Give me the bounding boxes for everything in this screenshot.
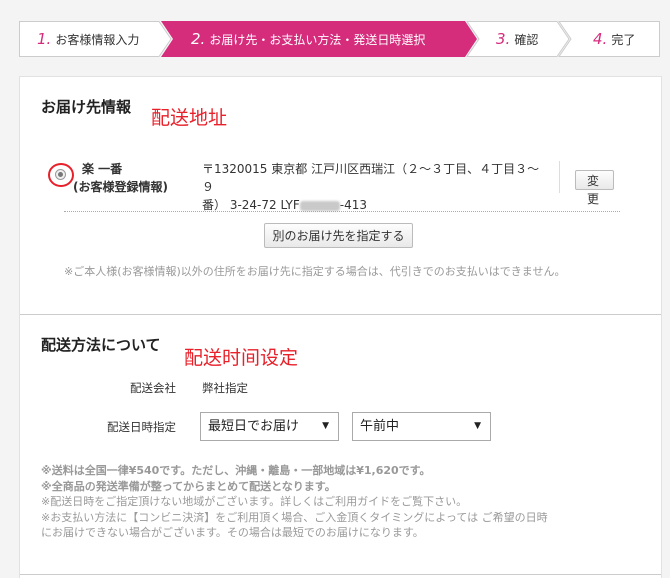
- step-2-label: お届け先・お支払い方法・発送日時選択: [209, 33, 426, 47]
- shipping-fee-note: ※送料は全国一律¥540です。ただし、沖縄・離島・一部地域は¥1,620です。: [41, 464, 431, 477]
- delivery-date-select[interactable]: 最短日でお届け ▼: [200, 412, 339, 441]
- convenience-payment-note-cont: にお届けできない場合がございます。その場合は最短でのお届けになります。: [41, 526, 424, 539]
- shipping-method-title: 配送方法について: [41, 336, 161, 354]
- delivery-datetime-label: 配送日時指定: [107, 420, 176, 434]
- address-radio-button[interactable]: [55, 169, 66, 180]
- delivery-address-title: お届け先情報: [41, 98, 132, 116]
- shipping-time-annotation: 配送时间设定: [184, 347, 299, 369]
- step-3-label: 確認: [514, 33, 539, 47]
- bundle-shipping-note: ※全商品の発送準備が整ってからまとめて配送となります。: [41, 479, 336, 493]
- delivery-time-select[interactable]: 午前中 ▼: [352, 412, 491, 441]
- step-3: 3. 確認: [496, 21, 538, 57]
- shipping-notes: ※送料は全国一律¥540です。ただし、沖縄・離島・一部地域は¥1,620です。 …: [41, 463, 611, 541]
- recipient-address: 〒1320015 東京都 江戸川区西瑞江（２～３丁目、４丁目３～９ 番） 3-2…: [202, 160, 547, 214]
- section-divider: [20, 314, 661, 315]
- step-1: 1. お客様情報入力: [37, 21, 139, 57]
- step-3-number: 3.: [496, 30, 511, 48]
- step-4-number: 4.: [593, 30, 608, 48]
- delivery-address-annotation: 配送地址: [151, 107, 228, 129]
- recipient-name-line: 楽 一番: [82, 162, 123, 176]
- recipient-name: 楽 一番 (お客様登録情報): [73, 160, 168, 196]
- address-line-2-suffix: -413: [339, 198, 368, 212]
- convenience-payment-note: ※お支払い方法に【コンビニ決済】をご利用頂く場合、ご入金頂くタイミングによっては…: [41, 510, 548, 524]
- checkout-steps: 1. お客様情報入力 2. お届け先・お支払い方法・発送日時選択 3. 確認 4. 完了: [19, 21, 660, 57]
- dotted-divider: [64, 211, 620, 212]
- checkout-panel: お届け先情報 配送地址 楽 一番 (お客様登録情報) 〒1320015 東京都 …: [19, 76, 662, 578]
- recipient-registered-note: (お客様登録情報): [73, 180, 168, 194]
- redacted-text: [299, 200, 340, 211]
- address-note: ※ご本人様(お客様情報)以外の住所をお届け先に指定する場合は、代引きでのお支払い…: [64, 265, 566, 278]
- step-1-label: お客様情報入力: [55, 33, 140, 47]
- other-address-button[interactable]: 別のお届け先を指定する: [264, 223, 413, 248]
- step-2-number: 2.: [191, 30, 206, 48]
- delivery-time-select-value: 午前中: [360, 419, 400, 434]
- datetime-area-note: ※配送日時をご指定頂けない地域がございます。詳しくはご利用ガイドをご覧下さい。: [41, 495, 468, 508]
- shipping-company-value: 弊社指定: [202, 381, 248, 395]
- address-radio-wrapper[interactable]: [48, 163, 74, 187]
- step-4-label: 完了: [611, 33, 636, 47]
- step-1-number: 1.: [37, 30, 52, 48]
- chevron-down-icon: ▼: [474, 421, 481, 431]
- divider: [559, 161, 560, 193]
- shipping-company-label: 配送会社: [130, 381, 176, 395]
- bottom-divider: [20, 574, 661, 575]
- change-address-button[interactable]: 変更: [575, 170, 614, 206]
- step-4: 4. 完了: [593, 21, 635, 57]
- chevron-down-icon: ▼: [322, 421, 329, 431]
- step-2-current: 2. お届け先・お支払い方法・発送日時選択: [191, 21, 425, 57]
- delivery-date-select-value: 最短日でお届け: [208, 419, 300, 434]
- address-line-1: 〒1320015 東京都 江戸川区西瑞江（２～３丁目、４丁目３～９: [202, 162, 540, 194]
- address-line-2-prefix: 番） 3-24-72 LYF: [202, 198, 300, 212]
